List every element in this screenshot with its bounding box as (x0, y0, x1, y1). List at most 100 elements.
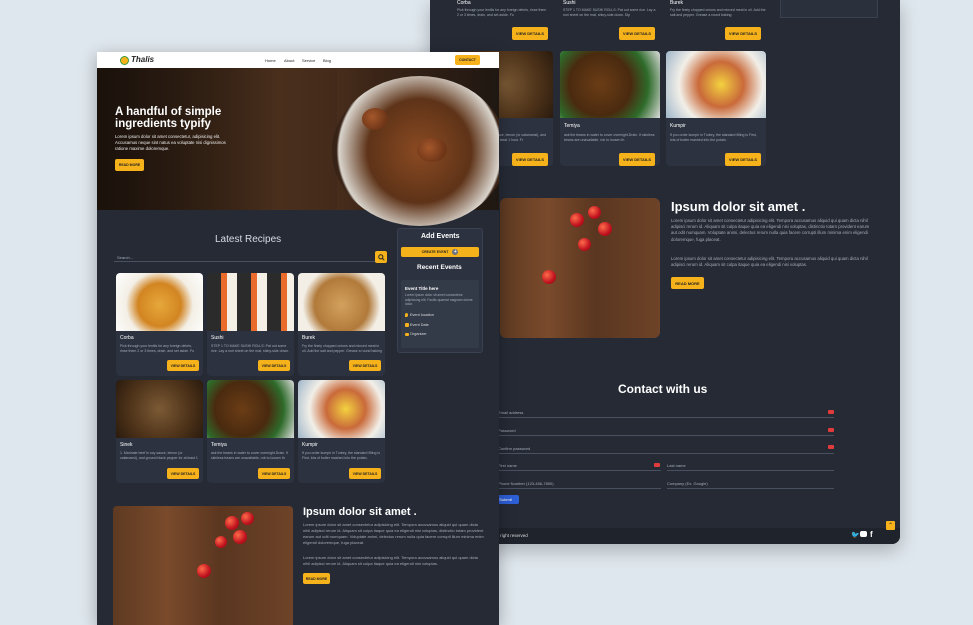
facebook-icon[interactable]: f (870, 530, 873, 539)
phone-field[interactable] (498, 488, 661, 489)
back-card-name: Sushi (563, 0, 576, 6)
search-input[interactable] (114, 252, 375, 262)
required-icon (654, 463, 660, 467)
recipe-card-title: Burek (302, 335, 316, 341)
required-icon (828, 428, 834, 432)
hero-title-line1: A handful of simple (115, 106, 222, 118)
view-details-button[interactable]: VIEW DETAILS (167, 468, 199, 479)
email-field[interactable] (498, 417, 834, 418)
location-icon (405, 313, 408, 317)
contact-title: Contact with us (618, 382, 708, 396)
view-details-button[interactable]: VIEW DETAILS (619, 153, 655, 166)
nav-blog[interactable]: Blog (323, 58, 331, 63)
recipe-card: Kumpir If you order kumpir in Turkey, th… (666, 51, 766, 166)
about-read-more-button[interactable]: READ MORE (303, 573, 330, 584)
about-paragraph-1: Lorem ipsum dolor sit amet consectetur a… (303, 522, 484, 545)
create-event-label: CREATE EVENT (421, 250, 449, 254)
nav-home[interactable]: Home (265, 58, 276, 63)
search-placeholder: Search... (117, 255, 134, 260)
plus-icon: + (452, 249, 459, 255)
recipe-card-title: Corba (120, 335, 134, 341)
brand-name[interactable]: Thalis (131, 55, 154, 64)
hero-read-more-button[interactable]: READ MORE (115, 159, 144, 171)
event-title: Event Title here (405, 286, 439, 291)
back-sidebar-box (780, 0, 878, 18)
read-more-button[interactable]: READ MORE (671, 277, 704, 289)
recipe-card-desc: ask the beans in water to cover overnigh… (211, 451, 289, 460)
recipe-card-title: Temiya (564, 123, 580, 129)
recipe-card-desc: If you order kumpir in Turkey, the stand… (670, 133, 757, 142)
recipe-card-title: Sinek (120, 442, 133, 448)
back-page: Corba Pick through your lentils for any … (430, 0, 900, 544)
required-icon (828, 445, 834, 449)
event-description: Lorem ipsum dolor sit amet consectetur a… (405, 293, 473, 306)
view-details-button[interactable]: VIEW DETAILS (725, 27, 761, 40)
back-to-top-button[interactable]: ⌃ (886, 521, 895, 530)
hero-title-line2: ingredients typify (115, 118, 211, 130)
search-button[interactable] (375, 251, 387, 263)
footer-copyright: All right reserved (494, 533, 528, 538)
recipe-card: Temiya ask the beans in water to cover o… (560, 51, 660, 166)
recipes-title: Latest Recipes (215, 234, 282, 245)
nav-about[interactable]: About (284, 58, 294, 63)
event-location: Event location (410, 313, 434, 317)
recipe-card-title: Temiya (211, 442, 227, 448)
company-field[interactable] (667, 488, 834, 489)
recipe-card-desc: 1. Marinate beef in soy sauce, lemon (or… (120, 451, 198, 460)
last-name-label: Last name (667, 463, 686, 468)
email-label: Email address (498, 410, 524, 415)
confirm-password-field[interactable] (498, 453, 834, 454)
view-details-button[interactable]: VIEW DETAILS (349, 360, 381, 371)
password-label: Password (498, 428, 516, 433)
view-details-button[interactable]: VIEW DETAILS (258, 360, 290, 371)
nav-service[interactable]: Service (302, 58, 315, 63)
confirm-password-label: Confirm password (498, 446, 531, 451)
back-card-desc: Pick through your lentils for any foreig… (457, 8, 547, 17)
event-date: Event Date (410, 323, 429, 327)
view-details-button[interactable]: VIEW DETAILS (512, 153, 548, 166)
about-image (500, 198, 660, 338)
about-title: Ipsum dolor sit amet . (303, 506, 417, 518)
add-events-title: Add Events (421, 233, 460, 240)
first-name-label: First name (498, 463, 517, 468)
about-paragraph-2: Lorem ipsum dolor sit amet consectetur a… (671, 256, 868, 268)
create-event-button[interactable]: CREATE EVENT + (401, 247, 479, 257)
recipe-card-title: Kumpir (302, 442, 318, 448)
recent-events-title: Recent Events (417, 264, 462, 271)
about-title: Ipsum dolor sit amet . (671, 199, 806, 214)
youtube-icon[interactable] (860, 531, 867, 537)
back-card-name: Corba (457, 0, 471, 6)
required-icon (828, 410, 834, 414)
view-details-button[interactable]: VIEW DETAILS (512, 27, 548, 40)
view-details-button[interactable]: VIEW DETAILS (258, 468, 290, 479)
about-paragraph-2: Lorem ipsum dolor sit amet consectetur a… (303, 555, 478, 566)
view-details-button[interactable]: VIEW DETAILS (725, 153, 761, 166)
hero-text: Lorem ipsum dolor sit amet consectetur, … (115, 134, 226, 151)
organizer-icon (405, 333, 409, 336)
company-label: Company (Ex. Google) (667, 481, 708, 486)
contact-button[interactable]: CONTACT (455, 55, 480, 65)
navbar (97, 52, 499, 68)
back-card-name: Burek (670, 0, 684, 6)
recipe-card-desc: STEP 1 TO MAKE SUSHI ROLLS: Pat out some… (211, 344, 290, 353)
event-organizer: Organizer (410, 332, 427, 336)
recipe-card-desc: ask the beans in water to cover overnigh… (564, 133, 655, 142)
view-details-button[interactable]: VIEW DETAILS (619, 27, 655, 40)
view-details-button[interactable]: VIEW DETAILS (167, 360, 199, 371)
phone-label: Phone Number (123-456-7890) (498, 481, 554, 486)
twitter-icon[interactable]: 🐦 (851, 531, 860, 539)
about-paragraph-1: Lorem ipsum dolor sit amet consectetur a… (671, 218, 870, 242)
last-name-field[interactable] (667, 470, 834, 471)
about-image (113, 506, 293, 625)
view-details-button[interactable]: VIEW DETAILS (349, 468, 381, 479)
recipe-card-title: Kumpir (670, 123, 686, 129)
back-card-desc: STEP 1 TO MAKE SUSHI ROLLS: Pat out some… (563, 8, 656, 17)
recipe-card-desc: Fry the finely chopped onions and minced… (302, 344, 382, 353)
logo-icon[interactable] (120, 56, 129, 65)
first-name-field[interactable] (498, 470, 661, 471)
calendar-icon (405, 323, 409, 327)
password-field[interactable] (498, 435, 834, 436)
recipe-card-desc: If you order kumpir in Turkey, the stand… (302, 451, 380, 460)
recipe-card-desc: Pick through your lentils for any foreig… (120, 344, 195, 353)
search-icon (377, 253, 385, 261)
